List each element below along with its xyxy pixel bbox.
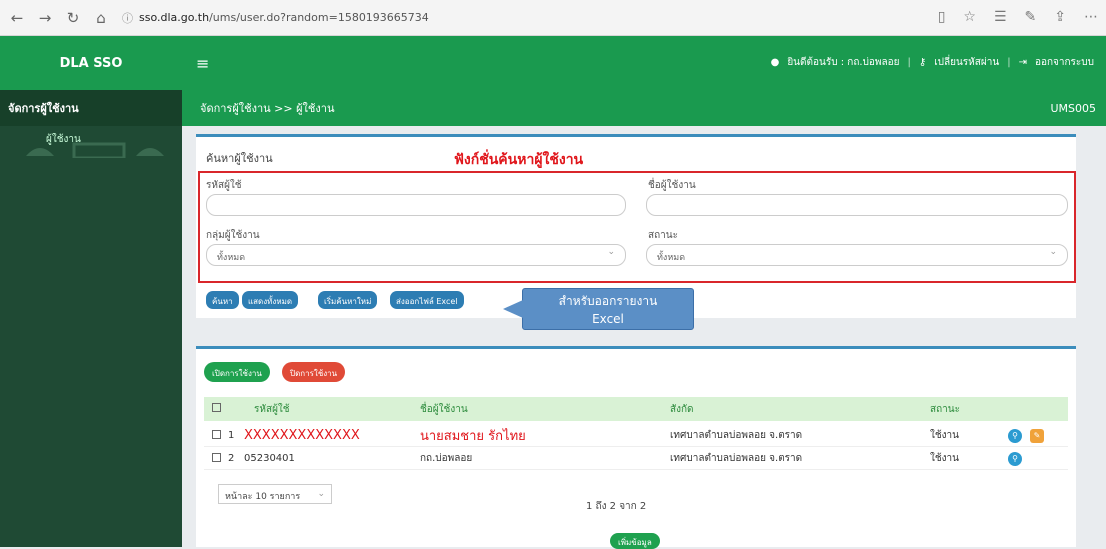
page-code: UMS005	[1050, 101, 1096, 115]
row-checkbox[interactable]	[212, 452, 221, 462]
row-org: เทศบาลตำบลบ่อพลอย จ.ตราด	[670, 453, 803, 464]
view-icon[interactable]: ⚲	[1008, 452, 1022, 466]
reset-button[interactable]: เริ่มค้นหาใหม่	[318, 291, 378, 309]
logout-icon: ⇥	[1018, 57, 1027, 68]
favorite-icon[interactable]: ☆	[963, 9, 976, 25]
chevron-down-icon: ⌄	[317, 489, 325, 499]
share-icon[interactable]: ⇪	[1054, 9, 1066, 25]
status-select[interactable]: ทั้งหมด	[646, 244, 1068, 266]
col-org[interactable]: สังกัด	[670, 402, 694, 417]
page-size-value: หน้าละ 10 รายการ	[225, 492, 301, 502]
brand-logo[interactable]: DLA SSO	[0, 56, 182, 71]
row-org: เทศบาลตำบลบ่อพลอย จ.ตราด	[670, 430, 803, 441]
table-header: รหัสผู้ใช้ ชื่อผู้ใช้งาน สังกัด สถานะ	[204, 397, 1068, 421]
disable-user-button[interactable]: ปิดการใช้งาน	[282, 362, 346, 382]
export-callout: สำหรับออกรายงาน Excel	[503, 288, 694, 330]
url-host: sso.dla.go.th	[139, 11, 210, 24]
search-callout: ฟังก์ชั่นค้นหาผู้ใช้งาน	[454, 152, 584, 168]
status-label: สถานะ	[648, 230, 678, 241]
page-size-select[interactable]: หน้าละ 10 รายการ ⌄	[218, 484, 332, 504]
key-icon: ⚷	[918, 57, 927, 68]
page-header: จัดการผู้ใช้งาน >> ผู้ใช้งาน UMS005	[182, 90, 1106, 126]
group-label: กลุ่มผู้ใช้งาน	[206, 230, 260, 241]
edit-icon[interactable]: ✎	[1030, 429, 1044, 443]
search-panel-title: ค้นหาผู้ใช้งาน	[206, 152, 273, 165]
row-status: ใช้งาน	[930, 453, 960, 464]
logout-link[interactable]: ออกจากระบบ	[1035, 55, 1094, 70]
row-user-name: กถ.บ่อพลอย	[420, 453, 473, 464]
forward-icon[interactable]: →	[34, 9, 56, 27]
user-id-input[interactable]	[206, 194, 626, 216]
change-password-link[interactable]: เปลี่ยนรหัสผ่าน	[934, 55, 999, 70]
pagination-info: 1 ถึง 2 จาก 2	[586, 501, 647, 512]
info-icon: ⓘ	[122, 11, 133, 25]
user-name-input[interactable]	[646, 194, 1068, 216]
welcome-user[interactable]: ยินดีต้อนรับ : กถ.บ่อพลอย	[787, 55, 899, 70]
export-callout-line2: Excel	[592, 312, 624, 326]
favorites-list-icon[interactable]: ☰	[994, 9, 1007, 25]
col-status[interactable]: สถานะ	[930, 402, 960, 417]
show-all-button[interactable]: แสดงทั้งหมด	[242, 291, 299, 309]
reading-view-icon[interactable]: ▯	[938, 9, 946, 25]
export-callout-line1: สำหรับออกรายงาน	[558, 294, 658, 308]
refresh-icon[interactable]: ↻	[62, 9, 84, 27]
menu-toggle-icon[interactable]: ≡	[196, 54, 209, 73]
group-select[interactable]: ทั้งหมด	[206, 244, 626, 266]
sidebar-decoration-icon	[26, 142, 164, 158]
search-highlight-box	[198, 171, 1076, 283]
url-path: /ums/user.do?random=1580193665734	[209, 11, 429, 24]
select-all-checkbox[interactable]	[212, 403, 221, 412]
col-user-name[interactable]: ชื่อผู้ใช้งาน	[420, 402, 468, 417]
export-excel-button[interactable]: ส่งออกไฟล์ Excel	[390, 291, 464, 309]
results-panel: เปิดการใช้งาน ปิดการใช้งาน รหัสผู้ใช้ ชื…	[196, 346, 1076, 549]
view-icon[interactable]: ⚲	[1008, 429, 1022, 443]
table-row: 2 05230401 กถ.บ่อพลอย เทศบาลตำบลบ่อพลอย …	[204, 448, 1068, 470]
sidebar-header[interactable]: จัดการผู้ใช้งาน	[0, 90, 182, 126]
row-number: 2	[228, 453, 235, 464]
row-status: ใช้งาน	[930, 430, 960, 441]
breadcrumb: จัดการผู้ใช้งาน >> ผู้ใช้งาน	[200, 102, 335, 115]
back-icon[interactable]: ←	[6, 9, 28, 27]
row-user-name: นายสมชาย รักไทย	[420, 429, 526, 444]
notes-icon[interactable]: ✎	[1025, 9, 1037, 25]
sidebar: จัดการผู้ใช้งาน ผู้ใช้งาน	[0, 90, 182, 547]
more-icon[interactable]: ⋯	[1084, 9, 1098, 25]
row-user-id: 05230401	[244, 453, 295, 464]
user-name-label: ชื่อผู้ใช้งาน	[648, 180, 696, 191]
browser-toolbar: ← → ↻ ⌂ ⓘ sso.dla.go.th/ums/user.do?rand…	[0, 0, 1106, 36]
table-row: 1 XXXXXXXXXXXXX นายสมชาย รักไทย เทศบาลตำ…	[204, 425, 1068, 447]
home-icon[interactable]: ⌂	[90, 9, 112, 27]
search-button[interactable]: ค้นหา	[206, 291, 239, 309]
col-user-id[interactable]: รหัสผู้ใช้	[254, 402, 290, 417]
address-bar[interactable]: ⓘ sso.dla.go.th/ums/user.do?random=15801…	[122, 10, 429, 26]
row-checkbox[interactable]	[212, 429, 221, 439]
user-id-label: รหัสผู้ใช้	[206, 180, 242, 191]
user-circle-icon: ●	[770, 57, 780, 68]
app-header: DLA SSO ≡ ● ยินดีต้อนรับ : กถ.บ่อพลอย | …	[0, 36, 1106, 90]
row-number: 1	[228, 430, 235, 441]
row-user-id: XXXXXXXXXXXXX	[244, 428, 360, 443]
enable-user-button[interactable]: เปิดการใช้งาน	[204, 362, 270, 382]
